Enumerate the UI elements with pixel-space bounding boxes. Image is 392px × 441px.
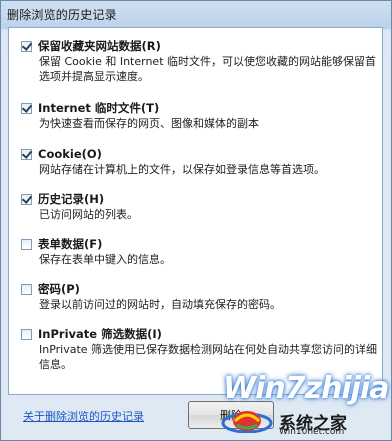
passwords-checkbox[interactable] [21, 283, 32, 295]
option-form-data[interactable]: 表单数据(F) 保存在表单中键入的信息。 [21, 236, 376, 267]
option-preserve-favorites[interactable]: 保留收藏夹网站数据(R) 保留 Cookie 和 Internet 临时文件，可… [21, 38, 376, 84]
option-passwords[interactable]: 密码(P) 登录以前访问过的网站时，自动填充保存的密码。 [21, 281, 376, 312]
option-description: 为快速查看而保存的网页、图像和媒体的副本 [39, 117, 259, 130]
temp-files-checkbox[interactable] [21, 102, 32, 114]
option-description: 登录以前访问过的网站时，自动填充保存的密码。 [39, 298, 281, 311]
options-panel: 保留收藏夹网站数据(R) 保留 Cookie 和 Internet 临时文件，可… [8, 27, 383, 395]
option-description: 保存在表单中键入的信息。 [39, 253, 171, 266]
about-delete-history-link[interactable]: 关于删除浏览的历史记录 [23, 408, 144, 424]
option-description: 网站存储在计算机上的文件，以保存如登录信息等首选项。 [39, 163, 325, 176]
form-data-checkbox[interactable] [21, 238, 32, 250]
option-title[interactable]: 历史记录(H) [38, 191, 104, 207]
watermark-logo-text: Win7zhijia [223, 371, 390, 406]
history-checkbox[interactable] [21, 193, 32, 205]
option-title[interactable]: Cookie(O) [38, 147, 102, 161]
inprivate-filtering-checkbox[interactable] [21, 328, 32, 340]
option-title[interactable]: 密码(P) [38, 281, 80, 297]
option-title[interactable]: 保留收藏夹网站数据(R) [38, 38, 161, 54]
option-title[interactable]: InPrivate 筛选数据(I) [38, 326, 162, 342]
cookies-checkbox[interactable] [21, 148, 32, 160]
option-history[interactable]: 历史记录(H) 已访问网站的列表。 [21, 191, 376, 222]
option-title[interactable]: Internet 临时文件(T) [38, 100, 159, 116]
option-description: 已访问网站的列表。 [39, 208, 138, 221]
window-title: 删除浏览的历史记录 [7, 7, 117, 22]
preserve-favorites-checkbox[interactable] [21, 40, 32, 52]
option-description: 保留 Cookie 和 Internet 临时文件，可以使您收藏的网站能够保留首… [39, 55, 376, 83]
option-temp-files[interactable]: Internet 临时文件(T) 为快速查看而保存的网页、图像和媒体的副本 [21, 100, 376, 131]
option-title[interactable]: 表单数据(F) [38, 236, 102, 252]
title-bar: 删除浏览的历史记录 [1, 1, 391, 27]
option-cookies[interactable]: Cookie(O) 网站存储在计算机上的文件，以保存如登录信息等首选项。 [21, 146, 376, 177]
site-watermark: Win7zhijia 系统之家 Win10net.com [215, 363, 390, 437]
watermark-site-url: Win10net.com [279, 427, 345, 437]
delete-browsing-history-dialog: 删除浏览的历史记录 保留收藏夹网站数据(R) 保留 Cookie 和 Inter… [0, 0, 392, 441]
